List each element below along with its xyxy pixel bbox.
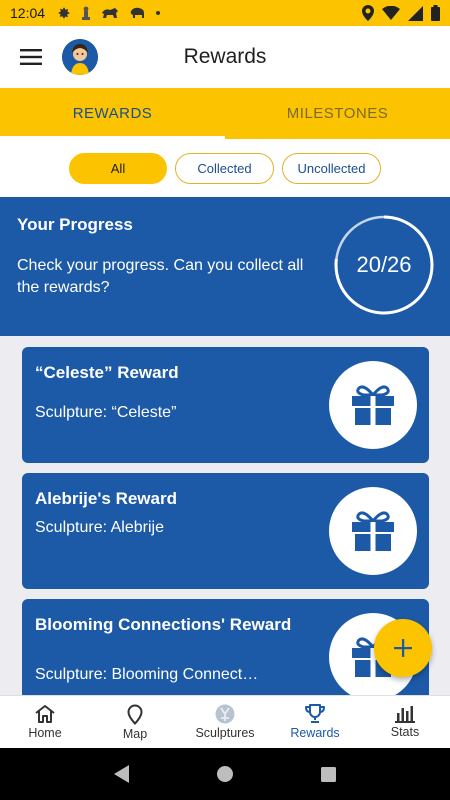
reward-sculpture: Sculpture: “Celeste” [35, 404, 177, 421]
reward-title: Alebrije's Reward [35, 489, 177, 508]
trophy-icon [305, 704, 325, 723]
bottom-nav: Home Map Sculptures Rewards Stats [0, 695, 450, 748]
gift-icon [352, 511, 394, 551]
nav-sculptures[interactable]: Sculptures [180, 696, 270, 748]
dot-icon [156, 11, 161, 15]
reward-card-blooming-connections[interactable]: Blooming Connections' Reward Sculpture: … [22, 599, 429, 695]
wifi-icon [382, 6, 400, 20]
signal-icon [408, 5, 423, 21]
back-icon[interactable] [113, 765, 130, 783]
progress-count: 20/26 [356, 252, 412, 277]
tab-bar: REWARDS MILESTONES [0, 88, 450, 139]
animal-icon [102, 8, 119, 18]
nav-sculptures-label: Sculptures [195, 726, 255, 740]
battery-icon [431, 5, 440, 21]
reward-title: Blooming Connections' Reward [35, 615, 292, 634]
nav-home-label: Home [28, 726, 62, 740]
progress-description: Check your progress. Can you collect all… [17, 257, 304, 296]
tab-rewards[interactable]: REWARDS [0, 88, 225, 139]
elephant-icon [130, 7, 145, 18]
plus-icon [394, 639, 412, 657]
progress-title: Your Progress [17, 215, 133, 234]
reward-title: “Celeste” Reward [35, 363, 179, 382]
system-nav-bar [0, 748, 450, 800]
nav-map[interactable]: Map [90, 696, 180, 748]
status-bar: 12:04 [0, 0, 450, 26]
nav-map-label: Map [122, 726, 148, 741]
nav-stats[interactable]: Stats [360, 696, 450, 748]
home-circle-icon[interactable] [217, 766, 234, 782]
nav-stats-label: Stats [390, 725, 420, 739]
status-notification-icons [57, 6, 161, 20]
gift-icon [352, 385, 394, 425]
nav-home[interactable]: Home [0, 696, 90, 748]
status-system-icons [362, 5, 440, 21]
chess-pawn-icon [82, 6, 91, 20]
filter-all-chip[interactable]: All [69, 152, 167, 184]
filter-collected-chip[interactable]: Collected [175, 152, 274, 184]
hamburger-icon [20, 49, 42, 65]
recents-icon[interactable] [321, 766, 337, 782]
reward-card-celeste[interactable]: “Celeste” Reward Sculpture: “Celeste” [22, 347, 429, 463]
gift-badge [329, 361, 417, 449]
location-icon [362, 5, 374, 21]
sculpture-icon [215, 704, 235, 724]
reward-sculpture: Sculpture: Alebrije [35, 519, 164, 536]
home-icon [35, 705, 55, 723]
reward-card-alebrije[interactable]: Alebrije's Reward Sculpture: Alebrije [22, 473, 429, 589]
character-avatar-icon [62, 39, 98, 75]
filter-uncollected-chip[interactable]: Uncollected [282, 152, 381, 184]
nav-rewards-label: Rewards [290, 726, 340, 740]
avatar[interactable] [62, 39, 98, 75]
gear-icon [58, 7, 70, 19]
app-bar: Rewards [0, 26, 450, 88]
tab-milestones[interactable]: MILESTONES [225, 88, 450, 139]
filter-chips: All Collected Uncollected [0, 139, 450, 197]
nav-rewards[interactable]: Rewards [270, 696, 360, 748]
map-pin-icon [127, 703, 143, 725]
status-time: 12:04 [10, 5, 46, 21]
progress-panel: Your Progress Check your progress. Can y… [0, 197, 450, 336]
menu-button[interactable] [0, 26, 62, 88]
add-fab-button[interactable] [374, 619, 432, 677]
reward-sculpture: Sculpture: Blooming Connect… [35, 666, 259, 683]
gift-badge [329, 487, 417, 575]
bar-chart-icon [395, 706, 415, 723]
